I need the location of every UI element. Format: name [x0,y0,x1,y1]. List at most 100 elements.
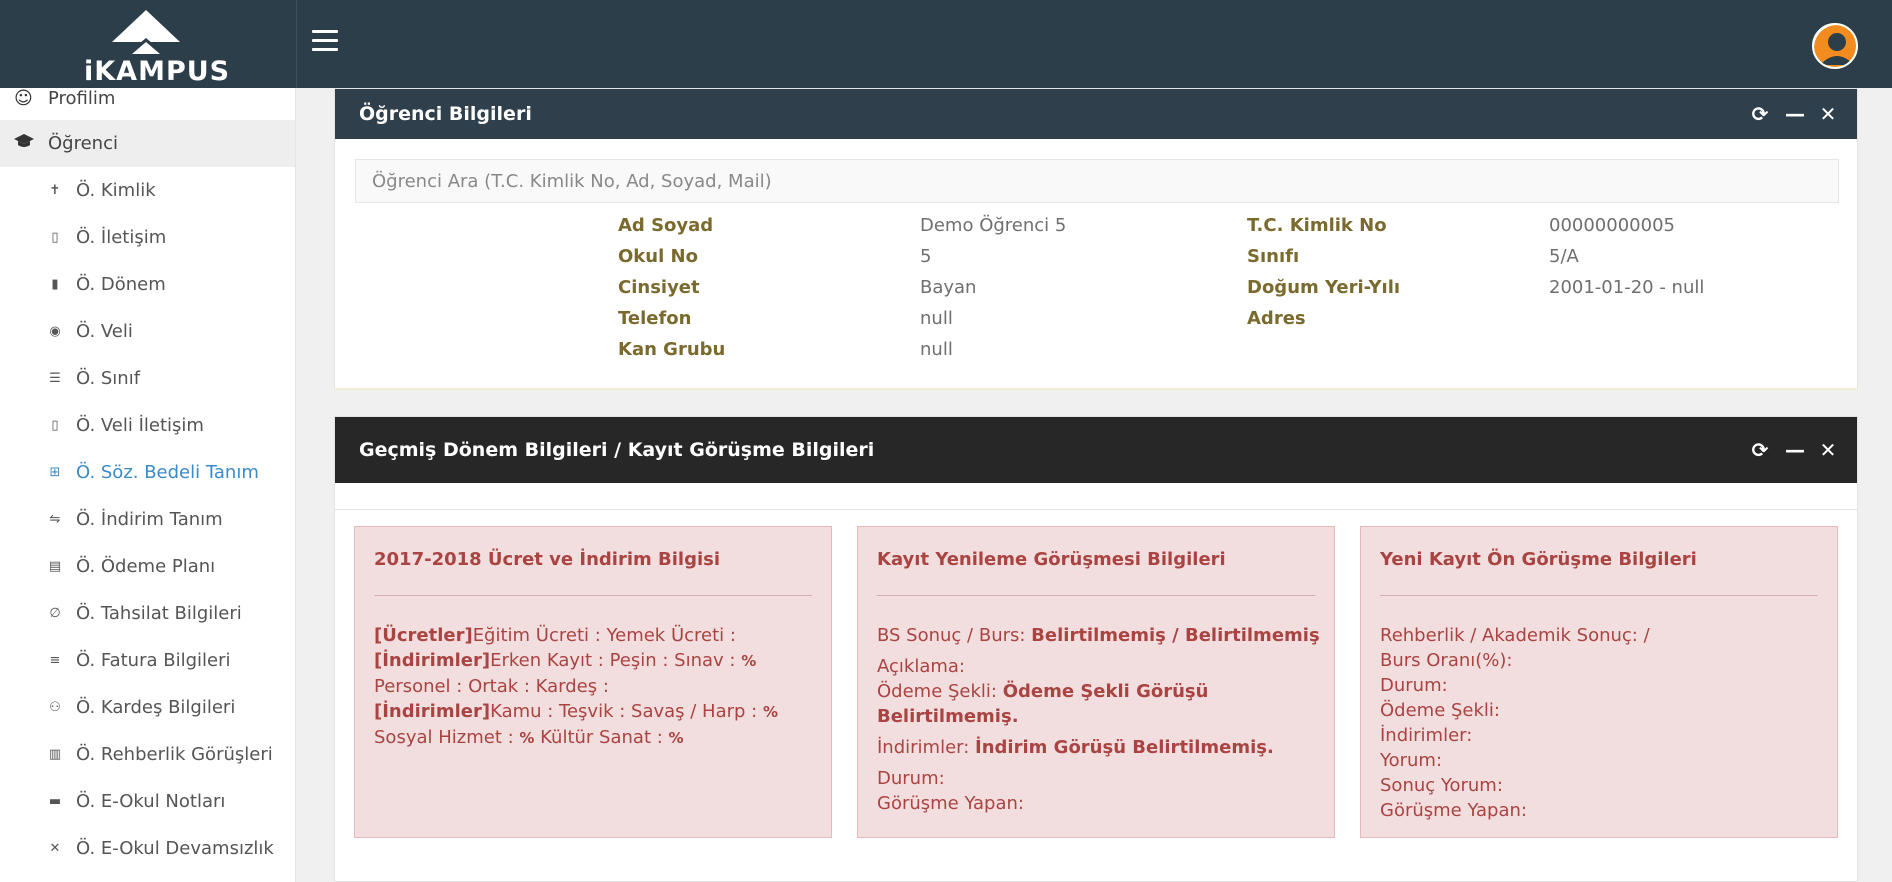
info-label: Okul No [618,246,698,267]
indirim-label: İndirimler: [877,737,976,758]
sidebar-item-label: Ö. İndirim Tanım [76,509,223,530]
sidebar-item-veli[interactable]: ◉ Ö. Veli [0,308,295,355]
sidebar-item-label: Profilim [48,88,116,109]
bs-line: BS Sonuç / Burs: Belirtilmemiş / Belirti… [877,623,1327,648]
sidebar-item-label: Ö. Kimlik [76,180,156,201]
discounts-text: Kültür Sanat : [534,727,669,748]
sidebar-item-veli-iletisim[interactable]: ▯ Ö. Veli İletişim [0,402,295,449]
list-box-icon: ▤ [48,559,62,574]
user-avatar-icon [1814,25,1856,67]
link-icon: ∅ [49,606,61,621]
sidebar-item-label: Ö. Tahsilat Bilgileri [76,603,242,624]
info-value: Demo Öğrenci 5 [920,215,1067,236]
refresh-icon[interactable]: ⟳ [1751,104,1769,124]
list-item: Ödeme Şekli: [1380,700,1500,721]
odeme-line: Ödeme Şekli: Ödeme Şekli Görüşü Belirtil… [877,679,1327,729]
info-value: Bayan [920,277,977,298]
fee-discount-card: 2017-2018 Ücret ve İndirim Bilgisi [Ücre… [354,526,832,838]
sidebar-item-ogrenci[interactable]: Öğrenci [0,120,295,167]
sidebar-item-odeme-plani[interactable]: ▤ Ö. Ödeme Planı [0,543,295,590]
new-registration-card: Yeni Kayıt Ön Görüşme Bilgileri Rehberli… [1360,526,1838,838]
card-body: BS Sonuç / Burs: Belirtilmemiş / Belirti… [877,623,1327,816]
storage-icon: ☰ [49,371,61,386]
info-value: 00000000005 [1549,215,1675,236]
info-value: null [920,308,953,329]
sidebar-item-sinif[interactable]: ☰ Ö. Sınıf [0,355,295,402]
book-icon: ▮ [51,277,59,292]
hamburger-menu-icon[interactable] [312,30,338,56]
renewal-interview-card: Kayıt Yenileme Görüşmesi Bilgileri BS So… [857,526,1335,838]
info-value: 5 [920,246,932,267]
info-label: Doğum Yeri-Yılı [1247,277,1401,298]
smile-icon: ☺ [14,88,33,109]
sidebar-item-kimlik[interactable]: ✝ Ö. Kimlik [0,167,295,214]
sidebar-item-tahsilat[interactable]: ∅ Ö. Tahsilat Bilgileri [0,590,295,637]
close-icon[interactable]: ✕ [1819,104,1837,124]
refresh-icon[interactable]: ⟳ [1751,440,1769,460]
divider [877,595,1315,596]
fees-tag: [Ücretler] [374,625,473,646]
divider [296,0,297,88]
list-item: Sonuç Yorum: [1380,775,1503,796]
bs-label: BS Sonuç / Burs: [877,625,1032,646]
divider [1380,595,1818,596]
indirim-line: İndirimler: İndirim Görüşü Belirtilmemiş… [877,735,1327,760]
sidebar-item-eokul-notlari[interactable]: ▬ Ö. E-Okul Notları [0,778,295,825]
card-title: Kayıt Yenileme Görüşmesi Bilgileri [877,549,1226,570]
student-search-input[interactable]: Öğrenci Ara (T.C. Kimlik No, Ad, Soyad, … [355,159,1839,203]
discounts-line-1: [İndirimler]Erken Kayıt : Peşin : Sınav … [374,648,824,699]
info-row: Telefon null Adres [618,308,1718,339]
sidebar: ☺ Profilim Öğrenci ✝ Ö. Kimlik ▯ Ö. İlet… [0,88,296,882]
sidebar-item-iletisim[interactable]: ▯ Ö. İletişim [0,214,295,261]
sidebar-item-rehberlik[interactable]: ▥ Ö. Rehberlik Görüşleri [0,731,295,778]
sidebar-item-label: Ö. Fatura Bilgileri [76,650,231,671]
sidebar-item-label: Ö. İletişim [76,227,167,248]
indirim-value: İndirim Görüşü Belirtilmemiş. [975,737,1274,758]
sidebar-item-label: Ö. Rehberlik Görüşleri [76,744,273,765]
divider [374,595,812,596]
bs-value: Belirtilmemiş / Belirtilmemiş [1031,625,1320,646]
info-row: Cinsiyet Bayan Doğum Yeri-Yılı 2001-01-2… [618,277,1718,308]
minimize-icon[interactable]: — [1785,440,1805,460]
sidebar-item-fatura[interactable]: ≡ Ö. Fatura Bilgileri [0,637,295,684]
logo[interactable]: iKAMPUS [0,0,296,88]
logo-text: iKAMPUS [84,56,231,87]
close-icon[interactable]: ✕ [1819,440,1837,460]
mobile-icon: ▯ [51,230,59,245]
card-body: [Ücretler]Eğitim Ücreti : Yemek Ücreti :… [374,623,824,751]
sidebar-item-label: Ö. E-Okul Devamsızlık [76,838,274,859]
sidebar-item-donem[interactable]: ▮ Ö. Dönem [0,261,295,308]
sidebar-item-kardes[interactable]: ⚇ Ö. Kardeş Bilgileri [0,684,295,731]
minimize-icon[interactable]: — [1785,104,1805,124]
discounts-line-2: [İndirimler]Kamu : Teşvik : Savaş / Harp… [374,699,824,751]
odeme-label: Ödeme Şekli: [877,681,1003,702]
discounts-text: Kamu : Teşvik : Savaş / Harp : [490,701,763,722]
info-row: Ad Soyad Demo Öğrenci 5 T.C. Kimlik No 0… [618,215,1718,246]
discounts-text: Sosyal Hizmet : [374,727,520,748]
sidebar-item-label: Ö. Kardeş Bilgileri [76,697,236,718]
percent-sign: % [741,652,757,670]
user-avatar[interactable] [1812,23,1858,69]
fees-text: Eğitim Ücreti : Yemek Ücreti : [472,625,736,646]
card-title: 2017-2018 Ücret ve İndirim Bilgisi [374,549,721,570]
sidebar-item-label: Ö. Sınıf [76,368,141,389]
history-panel-body: 2017-2018 Ücret ve İndirim Bilgisi [Ücre… [335,509,1857,882]
logo-mark-icon [112,10,180,58]
list-item: Rehberlik / Akademik Sonuç: / [1380,625,1650,646]
lines-icon: ≡ [49,653,61,668]
sidebar-item-profilim[interactable]: ☺ Profilim [0,88,295,122]
person-icon: ✝ [49,183,61,198]
discounts-tag: [İndirimler] [374,650,491,671]
sidebar-item-indirim-tanim[interactable]: ⇋ Ö. İndirim Tanım [0,496,295,543]
student-info-panel: Öğrenci Bilgileri ⟳ — ✕ Öğrenci Ara (T.C… [334,88,1858,390]
info-label: Kan Grubu [618,339,726,360]
sidebar-item-soz-bedeli-tanim[interactable]: ⊞ Ö. Söz. Bedeli Tanım [0,449,295,496]
percent-sign: % [762,703,778,721]
list-item: Yorum: [1380,750,1443,771]
note-add-icon: ⊞ [49,465,61,480]
sidebar-item-label: Ö. Ödeme Planı [76,556,216,577]
sidebar-item-eokul-devamsizlik[interactable]: ✕ Ö. E-Okul Devamsızlık [0,825,295,872]
sidebar-item-label: Ö. Veli İletişim [76,415,204,436]
list-item: Burs Oranı(%): [1380,650,1513,671]
percent-sign: % [519,729,535,747]
